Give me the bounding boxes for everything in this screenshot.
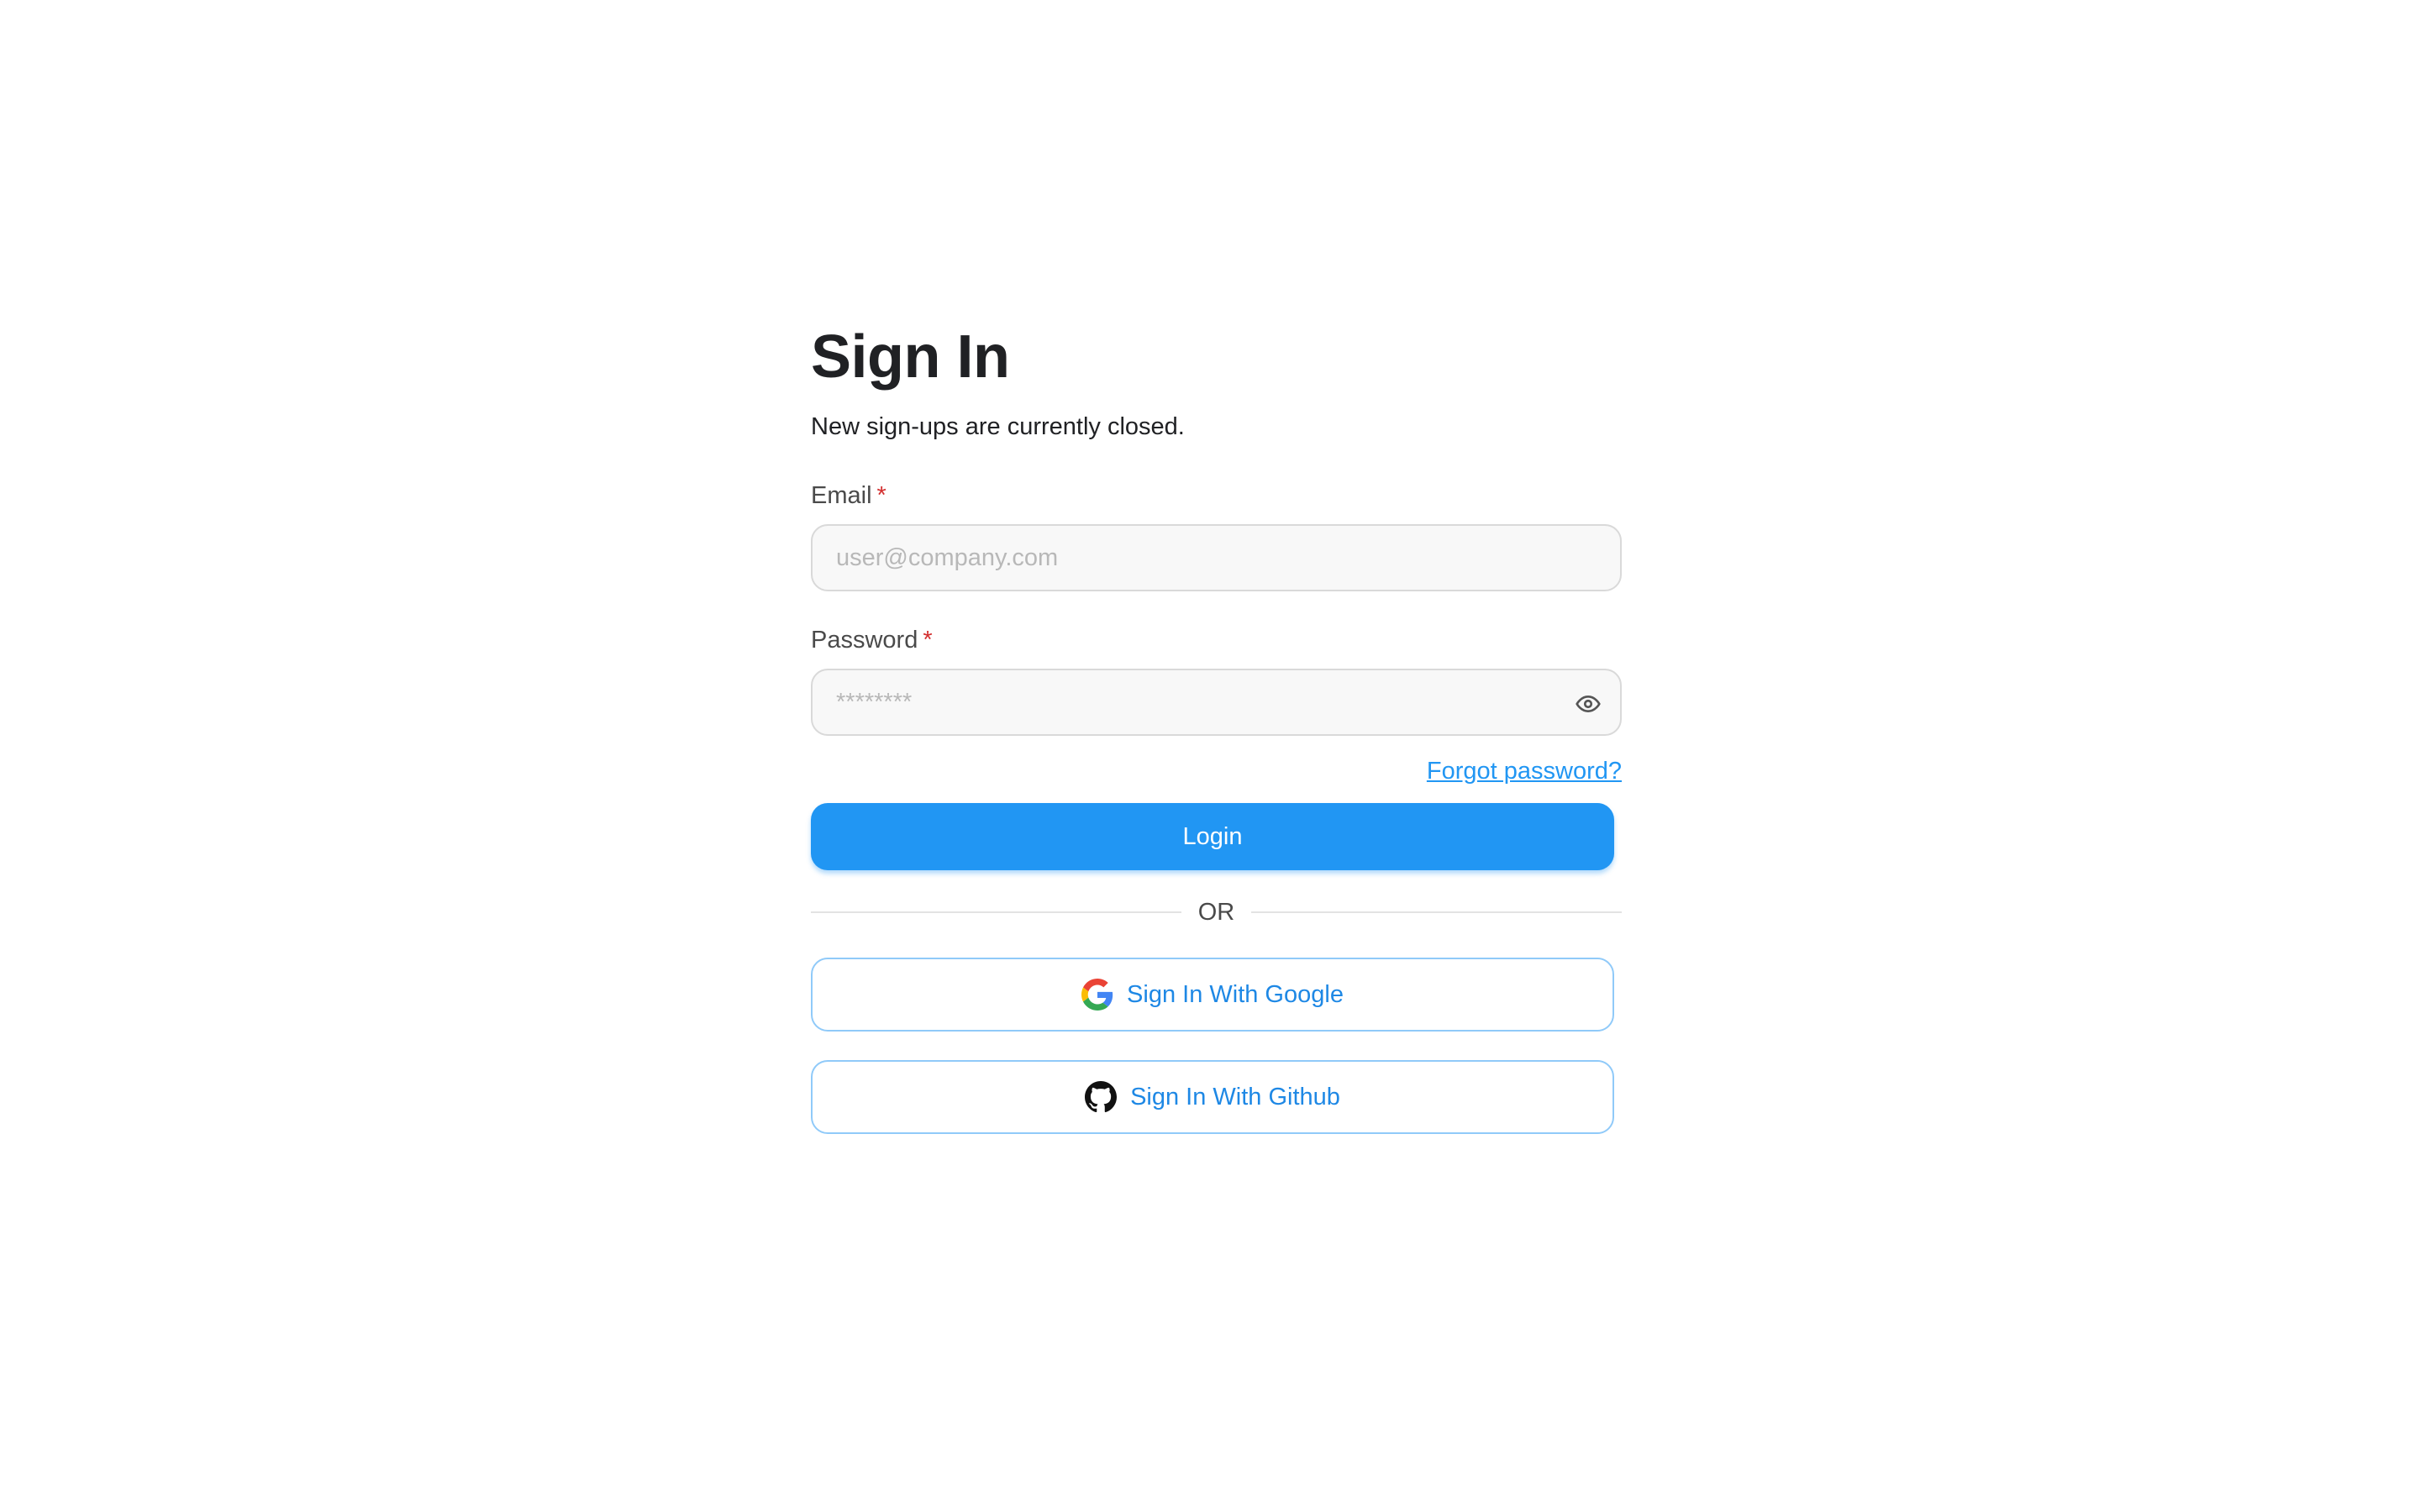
- signup-closed-notice: New sign-ups are currently closed.: [811, 413, 1185, 440]
- or-divider: OR: [811, 895, 1622, 929]
- email-label: Email *: [811, 479, 1622, 512]
- email-field[interactable]: [813, 526, 1620, 590]
- password-label-text: Password: [811, 627, 918, 654]
- eye-icon[interactable]: [1575, 690, 1602, 717]
- forgot-password-link[interactable]: Forgot password?: [1427, 758, 1622, 785]
- password-field-wrapper: [811, 669, 1622, 736]
- sign-in-card: Sign In New sign-ups are currently close…: [811, 319, 1622, 1134]
- or-divider-label: OR: [1197, 898, 1235, 926]
- github-sign-in-button[interactable]: Sign In With Github: [811, 1060, 1614, 1134]
- github-sign-in-label: Sign In With Github: [1130, 1083, 1340, 1110]
- divider-line-right: [1251, 911, 1622, 913]
- password-field[interactable]: [813, 670, 1620, 734]
- google-icon: [1081, 979, 1113, 1011]
- password-label: Password *: [811, 623, 1622, 657]
- email-label-text: Email: [811, 482, 872, 509]
- login-button[interactable]: Login: [811, 803, 1614, 870]
- page-title: Sign In: [811, 323, 1010, 391]
- divider-line-left: [811, 911, 1181, 913]
- password-required-mark: *: [923, 627, 933, 654]
- google-sign-in-label: Sign In With Google: [1127, 980, 1344, 1008]
- forgot-password-row: Forgot password?: [811, 754, 1622, 788]
- email-field-wrapper: [811, 524, 1622, 591]
- sign-in-page: Sign In New sign-ups are currently close…: [0, 0, 2420, 1512]
- github-icon: [1085, 1081, 1118, 1113]
- google-sign-in-button[interactable]: Sign In With Google: [811, 958, 1614, 1032]
- email-required-mark: *: [876, 482, 886, 509]
